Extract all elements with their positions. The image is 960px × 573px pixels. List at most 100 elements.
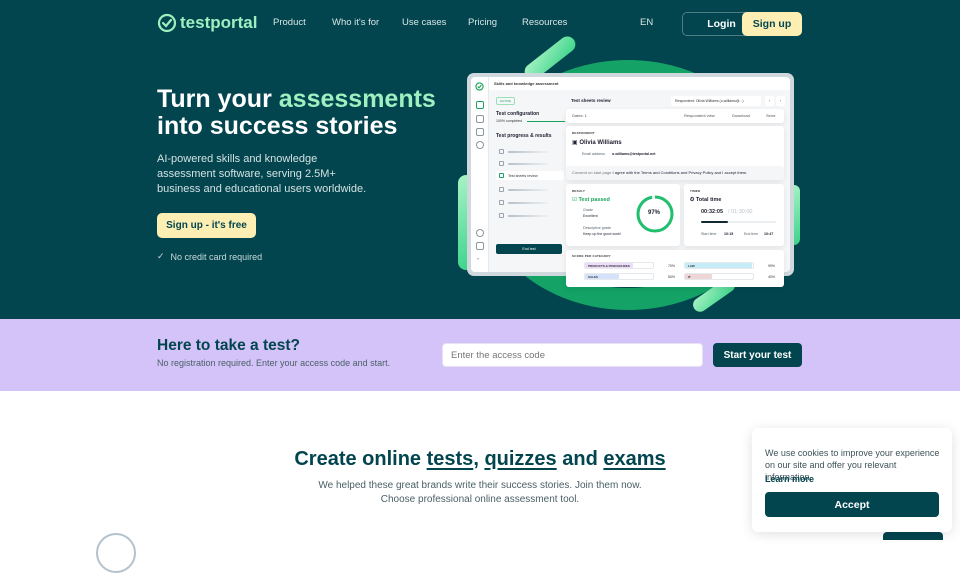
signup-button[interactable]: Sign up bbox=[742, 12, 802, 36]
main-title: Test sheets review bbox=[571, 98, 611, 103]
respondent-name: ▣ Olivia Williams bbox=[572, 140, 622, 146]
step-item bbox=[496, 185, 564, 194]
config-progress-bar bbox=[527, 121, 565, 122]
timer-caption: TIMER bbox=[690, 189, 701, 193]
hero-signup-button[interactable]: Sign up - it's free bbox=[157, 213, 256, 238]
hero-section: testportal Product Who it's for Use case… bbox=[0, 0, 960, 319]
download: Download bbox=[732, 113, 750, 118]
send: Send bbox=[766, 113, 776, 118]
step-item-active: Test sheets review bbox=[496, 171, 564, 180]
result-caption: RESULT bbox=[572, 189, 585, 193]
respondent-caption: RESPONDENT bbox=[572, 131, 595, 135]
status-badge: ACTIVE bbox=[496, 97, 515, 105]
time-limit: 01:30:00 bbox=[731, 209, 753, 215]
logout-icon bbox=[476, 242, 484, 250]
respondent-view: Respondent view bbox=[684, 113, 715, 118]
app-toolbar: Dates: 1 Respondent view Download Send bbox=[566, 109, 784, 123]
hero-title-post: into success stories bbox=[157, 112, 398, 140]
user-icon: ▣ bbox=[572, 140, 578, 146]
email-label: Email address bbox=[582, 152, 605, 156]
result-card: RESULT ☑ Test passed Grade Excellent Des… bbox=[566, 184, 680, 246]
score-caption: SCORE PER CATEGORY bbox=[572, 254, 611, 258]
brand-logo-partial bbox=[96, 533, 136, 573]
next-icon: › bbox=[776, 96, 785, 106]
checkmark-icon: ✓ bbox=[157, 251, 165, 261]
consent-text: I agree with the Terms and Conditions an… bbox=[612, 170, 748, 175]
expand-icon: » bbox=[477, 257, 479, 261]
result-status: ☑ Test passed bbox=[572, 197, 610, 203]
nav-use-cases[interactable]: Use cases bbox=[402, 17, 446, 28]
score-per-category-card: SCORE PER CATEGORY PRODUCTS & PROCEDURES… bbox=[566, 250, 784, 287]
consent-row: Consent on start page I agree with the T… bbox=[566, 166, 784, 180]
app-left-panel: ACTIVE Test configuration 100% completed… bbox=[493, 95, 567, 272]
category-pct: 99% bbox=[767, 264, 775, 268]
note-text: No credit card required bbox=[170, 251, 263, 262]
time-progress-track bbox=[701, 221, 776, 223]
step-item bbox=[496, 147, 564, 156]
category-pct: 70% bbox=[667, 264, 675, 268]
desc-grade: Keep up the good work! bbox=[583, 232, 621, 236]
end-test-button: End test bbox=[496, 244, 562, 254]
take-test-title: Here to take a test? bbox=[157, 337, 300, 354]
exams-link[interactable]: exams bbox=[603, 448, 665, 470]
app-title: Skills and knowledge assessment bbox=[489, 77, 790, 90]
end-time: 10:47 bbox=[764, 232, 774, 236]
settings-icon bbox=[476, 141, 484, 149]
category-bar: LAW 99% bbox=[684, 262, 775, 269]
cookie-banner: We use cookies to improve your experienc… bbox=[752, 428, 952, 532]
elapsed-time: 00:32:05 bbox=[701, 209, 724, 215]
timer-card: TIMER ⏲ Total time 00:32:05 / 01:30:00 S… bbox=[684, 184, 784, 246]
help-icon bbox=[476, 229, 484, 237]
take-test-subtitle: No registration required. Enter your acc… bbox=[157, 358, 391, 368]
category-bar-fill: SALES bbox=[585, 274, 619, 279]
timer-title: ⏲ Total time bbox=[690, 197, 722, 203]
dashboard-icon bbox=[476, 101, 484, 109]
app-sidebar-rail: » bbox=[471, 77, 489, 272]
tests-link[interactable]: tests bbox=[427, 448, 474, 470]
config-title: Test configuration bbox=[496, 111, 540, 117]
language-selector[interactable]: EN bbox=[640, 17, 653, 28]
logo-text: testportal bbox=[180, 13, 258, 32]
access-code-input[interactable] bbox=[442, 343, 703, 367]
score-label: 97% bbox=[648, 210, 661, 216]
start-time: 10:15 bbox=[724, 232, 734, 236]
hidden-button bbox=[883, 532, 943, 540]
hero-title-pre: Turn your bbox=[157, 85, 272, 113]
category-bar-fill: LAW bbox=[685, 263, 753, 268]
start-test-button[interactable]: Start your test bbox=[713, 343, 802, 367]
step-item bbox=[496, 159, 564, 168]
nav-product[interactable]: Product bbox=[273, 17, 306, 28]
nav-pricing[interactable]: Pricing bbox=[468, 17, 497, 28]
config-progress: 100% completed bbox=[496, 119, 523, 123]
email: o.williams@testportal.net bbox=[612, 152, 656, 156]
end-label: End time bbox=[744, 232, 759, 236]
grade: Excellent bbox=[583, 214, 598, 218]
category-bar-fill: IT bbox=[685, 274, 713, 279]
respondent-select: Respondent: Olivia Williams (o.williams@… bbox=[671, 96, 761, 106]
check-circle-icon bbox=[157, 13, 177, 33]
step-item bbox=[496, 198, 564, 207]
dates-label: Dates: 1 bbox=[572, 113, 587, 118]
category-bar-fill: PRODUCTS & PROCEDURES bbox=[585, 263, 633, 268]
start-label: Start time bbox=[701, 232, 717, 236]
prev-icon: ‹ bbox=[765, 96, 774, 106]
accept-cookies-button[interactable]: Accept bbox=[765, 492, 939, 517]
nav-resources[interactable]: Resources bbox=[522, 17, 567, 28]
top-nav: testportal Product Who it's for Use case… bbox=[0, 0, 960, 48]
users-icon bbox=[476, 115, 484, 123]
nav-who-its-for[interactable]: Who it's for bbox=[332, 17, 379, 28]
quizzes-link[interactable]: quizzes bbox=[484, 448, 556, 470]
clock-icon: ⏲ bbox=[690, 197, 695, 203]
calendar-icon bbox=[476, 128, 484, 136]
consent-label: Consent on start page bbox=[572, 170, 612, 175]
learn-more-link[interactable]: Learn more bbox=[765, 474, 814, 484]
no-credit-card-note: ✓ No credit card required bbox=[157, 251, 262, 262]
hero-title: Turn your assessments into success stori… bbox=[157, 86, 457, 140]
app-logo-icon bbox=[475, 82, 484, 91]
category-pct: 50% bbox=[667, 275, 675, 279]
category-bar: SALES 50% bbox=[584, 273, 675, 280]
time-progress-fill bbox=[701, 221, 728, 223]
category-pct: 40% bbox=[767, 275, 775, 279]
category-bar: PRODUCTS & PROCEDURES 70% bbox=[584, 262, 675, 269]
logo[interactable]: testportal bbox=[157, 13, 257, 33]
